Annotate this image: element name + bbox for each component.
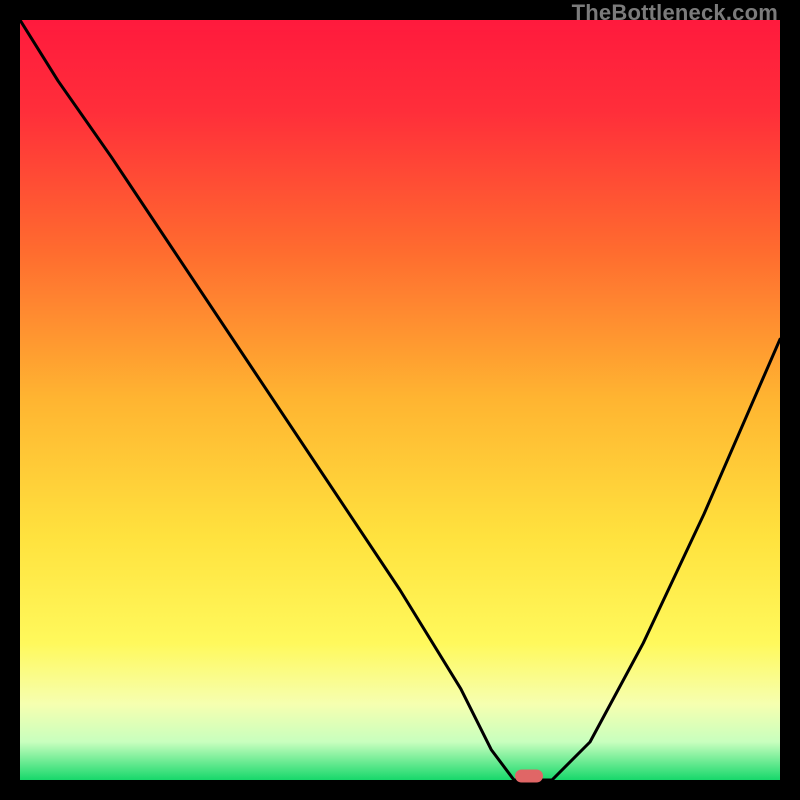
watermark-text: TheBottleneck.com [572,0,778,26]
gradient-background [20,20,780,780]
chart-frame [20,20,780,780]
bottleneck-plot [20,20,780,780]
optimum-marker [515,770,543,783]
